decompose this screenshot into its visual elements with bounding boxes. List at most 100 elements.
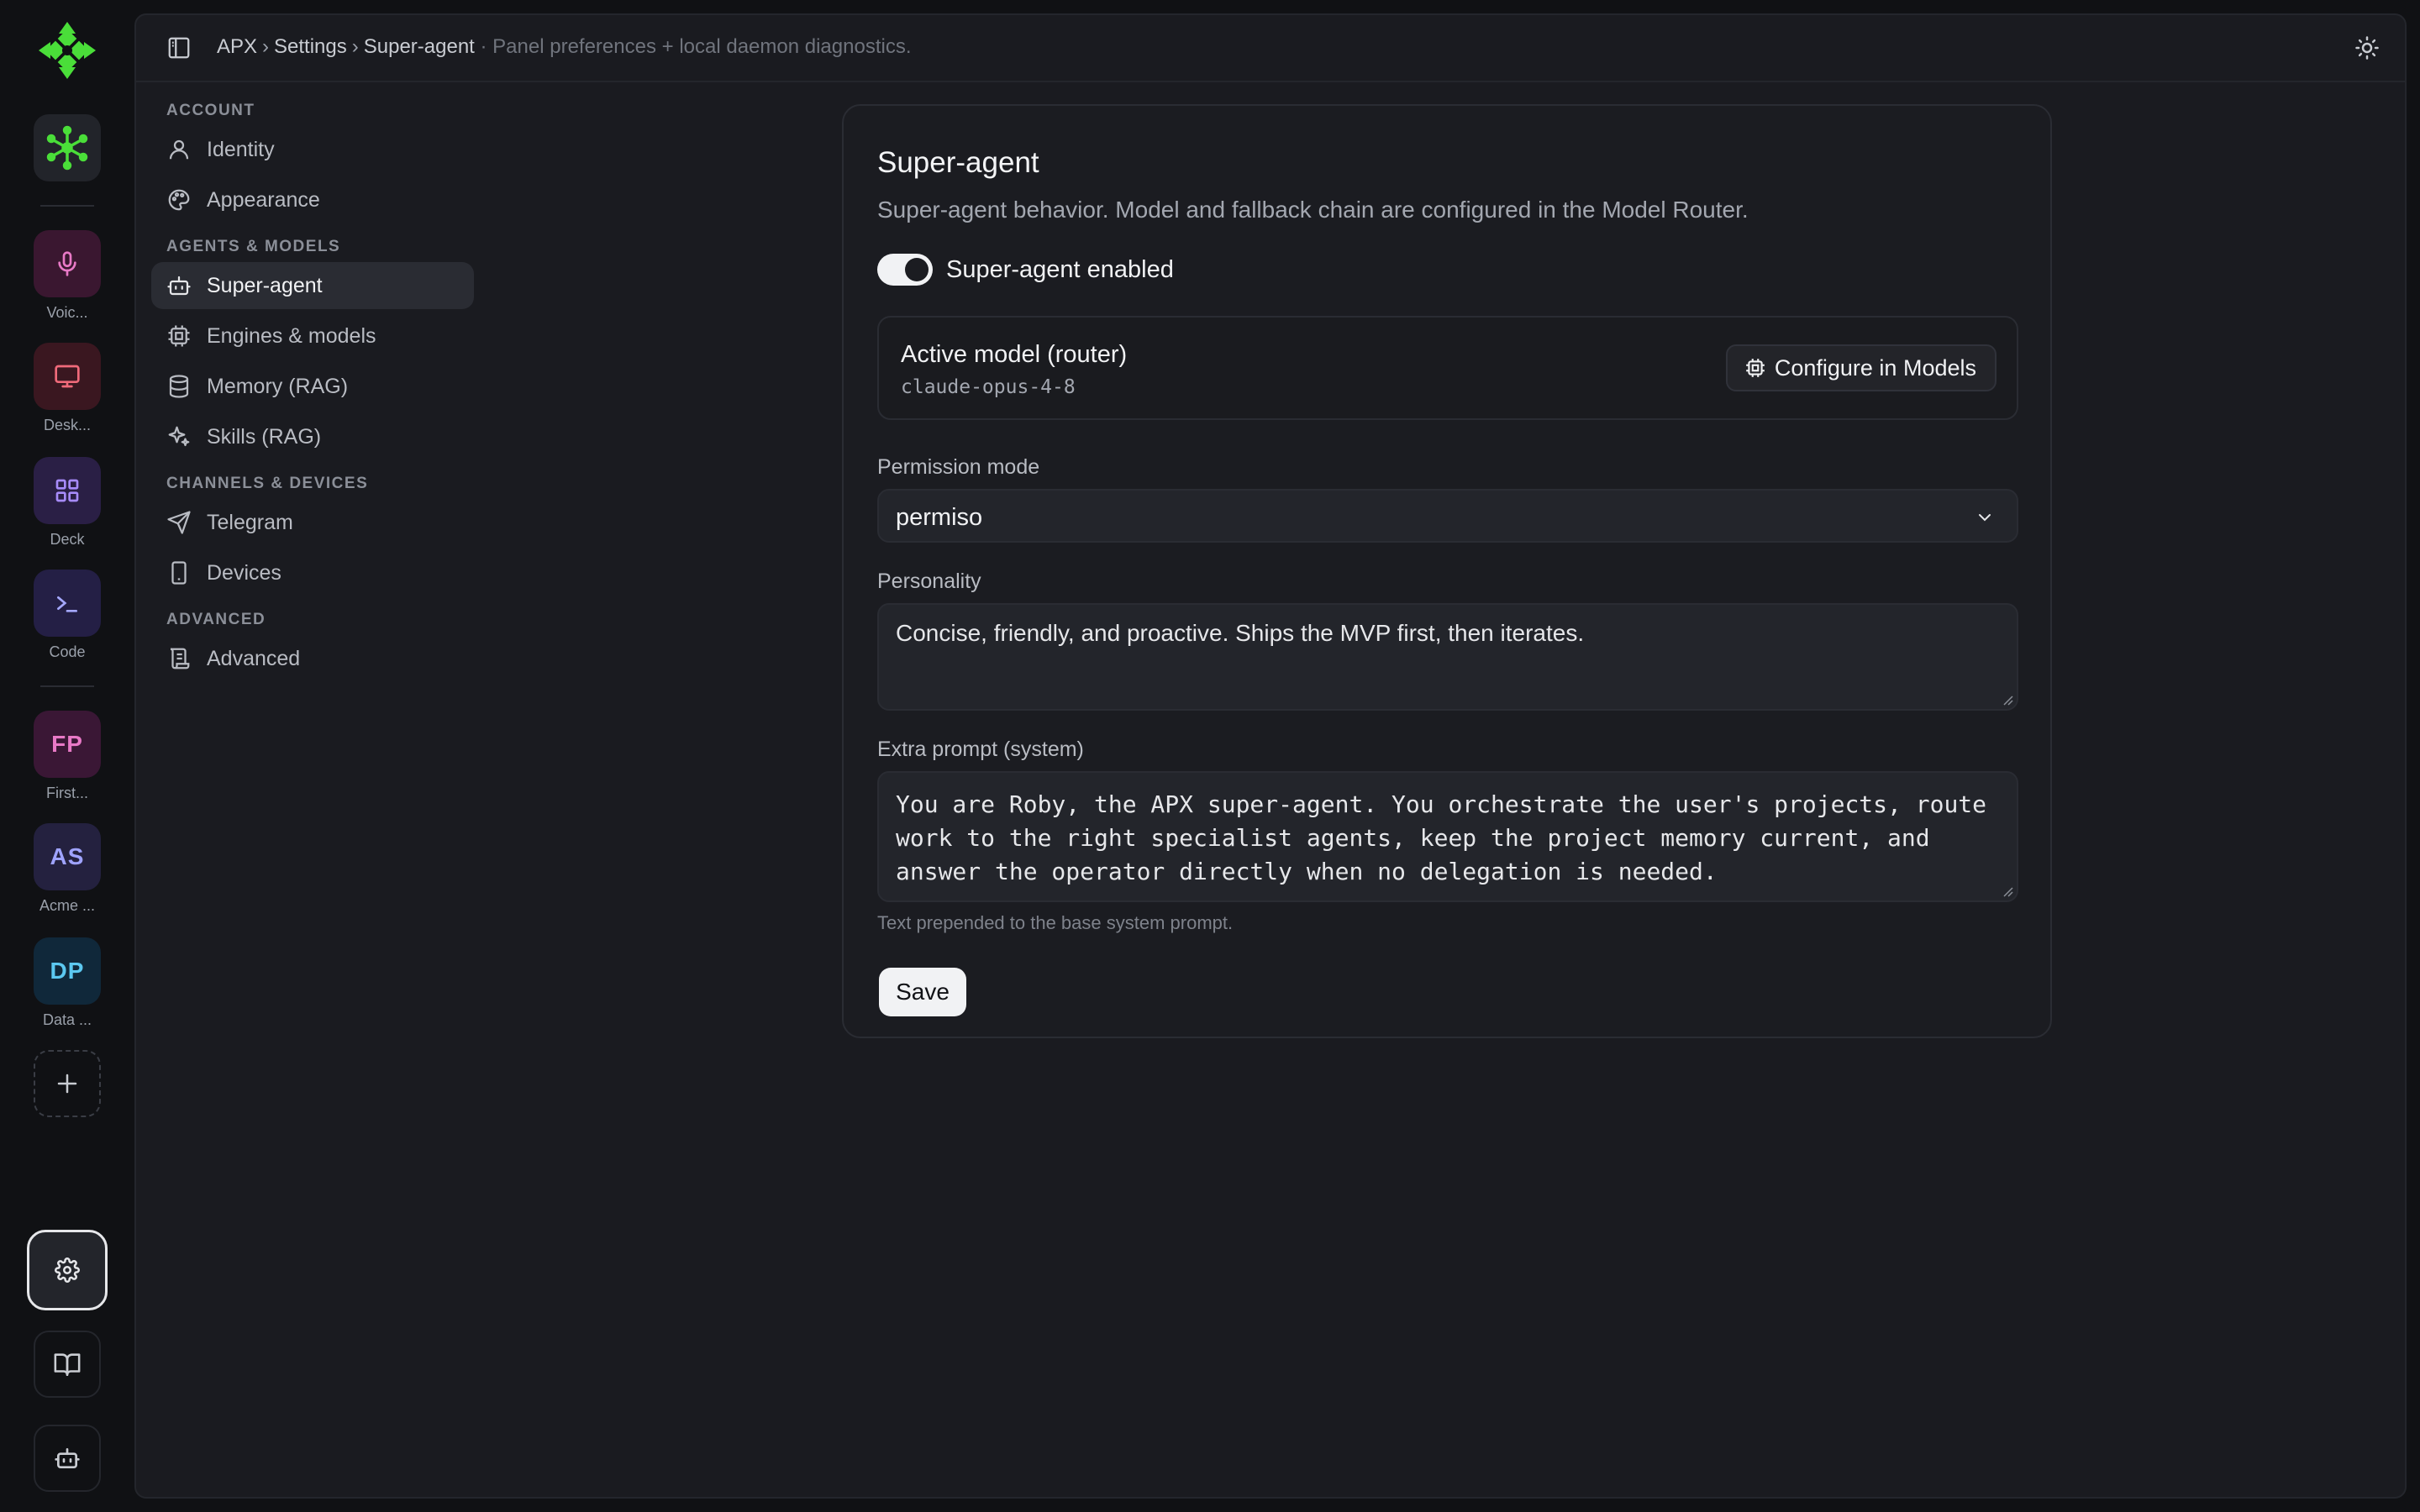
project-as-label: Acme ... [39, 897, 95, 914]
cpu-icon [1746, 359, 1765, 377]
resize-grip-icon[interactable] [2002, 885, 2013, 897]
nav-item-appearance[interactable]: Appearance [151, 176, 474, 223]
terminal-icon [57, 596, 77, 612]
rail-desktop-label: Desk... [43, 417, 91, 433]
toggle-knob [905, 258, 929, 281]
rail-voice-label: Voic... [46, 304, 88, 321]
top-bar: APX › Settings › Super-agent · Panel prefere… [136, 15, 2405, 82]
scroll-icon [170, 648, 190, 669]
monitor-icon [55, 365, 80, 388]
nav-item-telegram[interactable]: Telegram [151, 499, 474, 546]
nav-item-label: Appearance [207, 187, 320, 212]
nav-item-label: Memory (RAG) [207, 374, 349, 398]
send-icon [167, 511, 191, 534]
nav-item-label: Skills (RAG) [207, 424, 322, 449]
page-description: · Panel preferences + local daemon diagn… [480, 35, 912, 58]
nav-item-super-agent[interactable]: Super-agent [151, 262, 474, 309]
permission-mode-select[interactable]: permiso [877, 489, 2018, 543]
extra-prompt-textarea[interactable]: You are Roby, the APX super-agent. You o… [877, 771, 2018, 902]
bot-icon [55, 1448, 80, 1468]
personality-textarea[interactable]: Concise, friendly, and proactive. Ships … [877, 603, 2018, 711]
extra-prompt-value: You are Roby, the APX super-agent. You o… [896, 790, 1987, 885]
gear-icon [55, 1257, 80, 1283]
nav-item-label: Identity [207, 137, 275, 161]
permission-mode-value: permiso [896, 504, 983, 531]
app-rail: Voic... Desk... Deck Code FP First... AS… [0, 0, 134, 1512]
breadcrumb-app[interactable]: APX [217, 35, 257, 58]
smartphone-icon [171, 561, 187, 585]
nav-item-devices[interactable]: Devices [151, 549, 474, 596]
breadcrumb-separator: › [351, 35, 359, 58]
nav-item-identity[interactable]: Identity [151, 126, 474, 173]
configure-label: Configure in Models [1774, 354, 1976, 381]
active-model-id: claude-opus-4-8 [901, 376, 1076, 398]
nav-item-engines[interactable]: Engines & models [151, 312, 474, 360]
rail-divider [40, 685, 94, 687]
breadcrumb: APX › Settings › Super-agent · Panel prefere… [217, 35, 911, 59]
rail-voice-button[interactable] [34, 230, 101, 297]
card-subtitle: Super-agent behavior. Model and fallback… [877, 197, 1749, 223]
nav-heading-account: ACCOUNT [166, 102, 255, 119]
project-avatar: FP [51, 731, 83, 757]
add-project-button[interactable] [34, 1050, 101, 1117]
project-fp-label: First... [46, 785, 88, 801]
nav-item-label: Advanced [207, 646, 301, 670]
nav-item-label: Devices [207, 560, 281, 585]
nav-item-advanced[interactable]: Advanced [151, 635, 474, 682]
project-as-button[interactable]: AS [34, 823, 101, 890]
sparkles-icon [168, 426, 190, 447]
agent-button[interactable] [34, 1425, 101, 1492]
project-dp-button[interactable]: DP [34, 937, 101, 1005]
mic-icon [58, 251, 76, 276]
network-hub-icon [46, 125, 88, 171]
permission-mode-label: Permission mode [877, 455, 1040, 479]
toggle-label: Super-agent enabled [946, 256, 1174, 283]
rail-deck-button[interactable] [34, 457, 101, 524]
chevron-down-icon [1979, 514, 1991, 522]
configure-in-models-button[interactable]: Configure in Models [1725, 344, 1996, 391]
palette-icon [168, 189, 190, 211]
breadcrumb-settings[interactable]: Settings [274, 35, 347, 58]
nav-item-label: Telegram [207, 510, 293, 534]
super-agent-toggle[interactable] [877, 254, 933, 286]
database-icon [169, 375, 189, 398]
project-dp-label: Data ... [42, 1011, 92, 1028]
settings-button[interactable] [27, 1230, 108, 1310]
nav-heading-advanced: ADVANCED [166, 611, 266, 628]
nav-heading-agents: AGENTS & MODELS [166, 238, 341, 255]
extra-prompt-label: Extra prompt (system) [877, 738, 1084, 761]
rail-code-label: Code [49, 643, 86, 660]
personality-label: Personality [877, 570, 981, 593]
project-fp-button[interactable]: FP [34, 711, 101, 778]
super-agent-rail-button[interactable] [34, 114, 101, 181]
super-agent-card: Super-agent Super-agent behavior. Model … [842, 104, 2052, 1038]
settings-panel: APX › Settings › Super-agent · Panel prefere… [134, 13, 2407, 1499]
nav-item-memory[interactable]: Memory (RAG) [151, 363, 474, 410]
sidebar-toggle-icon[interactable] [166, 35, 192, 65]
bot-icon [167, 276, 191, 296]
breadcrumb-current: Super-agent [363, 35, 475, 58]
nav-item-skills[interactable]: Skills (RAG) [151, 413, 474, 460]
project-avatar: AS [50, 843, 85, 869]
personality-value: Concise, friendly, and proactive. Ships … [896, 620, 1585, 646]
user-icon [169, 139, 189, 160]
apx-logo-icon[interactable] [37, 20, 97, 81]
plus-icon [57, 1074, 77, 1094]
docs-button[interactable] [34, 1331, 101, 1398]
save-button[interactable]: Save [879, 968, 966, 1016]
active-model-title: Active model (router) [901, 341, 1128, 368]
book-icon [54, 1353, 81, 1377]
nav-item-label: Super-agent [207, 273, 323, 297]
settings-nav: ACCOUNT Identity Appearance AGENTS & MOD… [151, 96, 474, 685]
rail-divider [40, 205, 94, 207]
card-title: Super-agent [877, 146, 1039, 179]
rail-deck-label: Deck [50, 531, 85, 548]
rail-code-button[interactable] [34, 570, 101, 637]
theme-toggle-sun-icon[interactable] [2354, 35, 2380, 65]
nav-heading-channels: CHANNELS & DEVICES [166, 475, 369, 492]
grid-icon [55, 479, 79, 502]
rail-desktop-button[interactable] [34, 343, 101, 410]
active-model-box: Active model (router) claude-opus-4-8 Co… [877, 316, 2018, 420]
resize-grip-icon[interactable] [2002, 694, 2013, 706]
nav-item-label: Engines & models [207, 323, 376, 348]
